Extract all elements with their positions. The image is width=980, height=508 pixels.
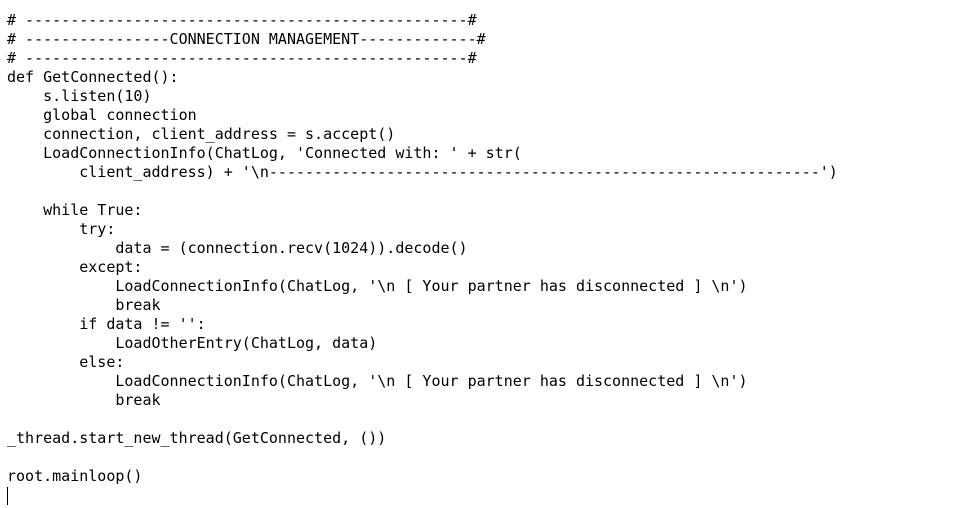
code-line-16: break [7, 296, 161, 314]
code-line-4: def GetConnected(): [7, 68, 179, 86]
code-line-5: s.listen(10) [7, 87, 152, 105]
code-text[interactable]: # --------------------------------------… [7, 11, 838, 486]
code-line-12: try: [7, 220, 116, 238]
code-line-19: else: [7, 353, 125, 371]
code-line-1: # --------------------------------------… [7, 11, 477, 29]
code-line-14: except: [7, 258, 143, 276]
code-line-9: client_address) + '\n-------------------… [7, 163, 838, 181]
text-cursor [7, 487, 8, 505]
code-line-7: connection, client_address = s.accept() [7, 125, 396, 143]
code-editor[interactable]: # --------------------------------------… [0, 0, 980, 508]
code-line-18: LoadOtherEntry(ChatLog, data) [7, 334, 378, 352]
code-line-11: while True: [7, 201, 143, 219]
code-line-13: data = (connection.recv(1024)).decode() [7, 239, 468, 257]
code-line-2: # ----------------CONNECTION MANAGEMENT-… [7, 30, 486, 48]
code-line-6: global connection [7, 106, 197, 124]
code-line-21: break [7, 391, 161, 409]
code-line-25: root.mainloop() [7, 467, 143, 485]
code-line-8: LoadConnectionInfo(ChatLog, 'Connected w… [7, 144, 522, 162]
code-line-17: if data != '': [7, 315, 206, 333]
code-line-23: _thread.start_new_thread(GetConnected, (… [7, 429, 387, 447]
code-line-20: LoadConnectionInfo(ChatLog, '\n [ Your p… [7, 372, 748, 390]
code-line-3: # --------------------------------------… [7, 49, 477, 67]
code-line-15: LoadConnectionInfo(ChatLog, '\n [ Your p… [7, 277, 748, 295]
